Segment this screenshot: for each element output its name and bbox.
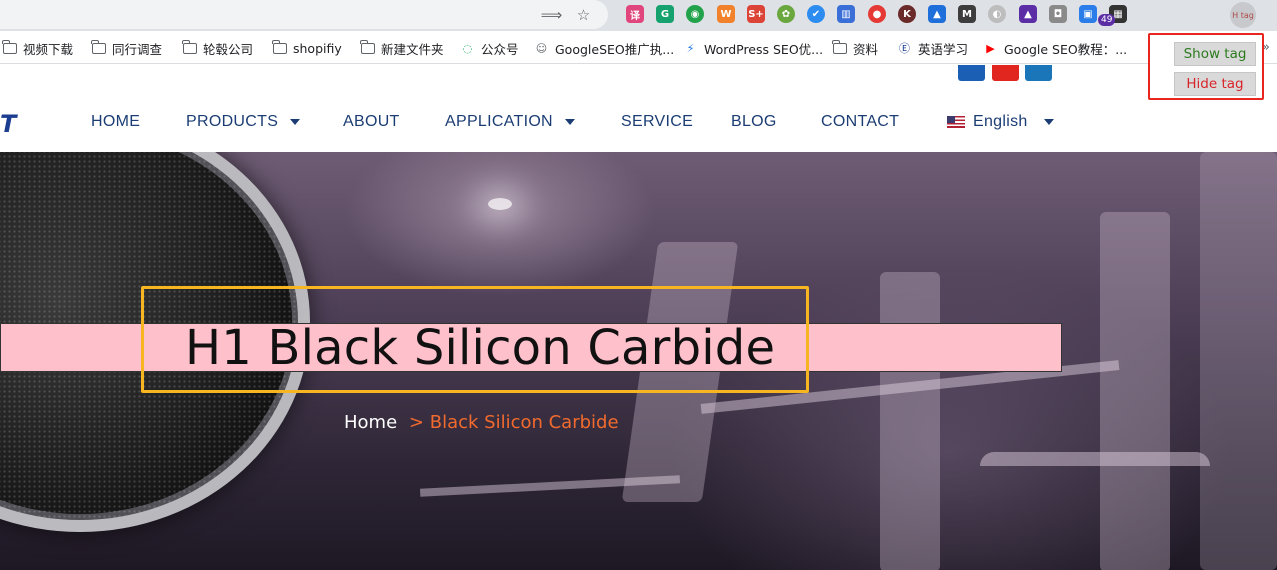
bookmark-label: Google SEO教程：... [1004, 41, 1128, 57]
breadcrumb-current: Black Silicon Carbide [429, 412, 619, 433]
show-tag-button[interactable]: Show tag [1174, 42, 1256, 66]
sheets-plus-icon[interactable]: S+ [747, 5, 765, 23]
camera-icon[interactable]: ◘ [1049, 5, 1067, 23]
mountain-icon[interactable]: ▲ [928, 5, 946, 23]
wordpress-ext-icon[interactable]: W [717, 5, 735, 23]
h-tag-popup: Show tag Hide tag [1148, 33, 1264, 100]
m-icon[interactable]: M [958, 5, 976, 23]
bookmark-item[interactable]: 资料 [831, 39, 879, 57]
wechat-icon: ◌ [462, 41, 473, 55]
caret-down-icon [290, 119, 301, 125]
bookmark-item[interactable]: 新建文件夹 [359, 39, 444, 57]
k-icon[interactable]: K [898, 5, 916, 23]
bar-chart-icon[interactable]: ▥ [837, 5, 855, 23]
language-selector[interactable]: English [947, 113, 1054, 131]
bookmark-label: GoogleSEO推广执... [555, 41, 675, 57]
site-top-strip [0, 65, 1277, 92]
folder-icon [831, 39, 847, 55]
breadcrumb: Home > Black Silicon Carbide [344, 412, 619, 433]
facebook-icon[interactable] [958, 65, 985, 81]
bookmark-item[interactable]: 轮毂公司 [181, 39, 254, 57]
caret-down-icon [1043, 119, 1054, 125]
page-title: H1 Black Silicon Carbide [185, 320, 776, 376]
bookmark-label: 新建文件夹 [381, 41, 444, 57]
bookmark-item[interactable]: ☺ GoogleSEO推广执... [534, 39, 674, 57]
translate-ext-icon[interactable]: 译 [626, 5, 644, 23]
e-circle-icon: Ⓔ [899, 42, 910, 55]
bookmark-label: 轮毂公司 [203, 41, 254, 57]
bookmark-label: shopifiy [293, 40, 342, 56]
nav-contact[interactable]: CONTACT [821, 113, 899, 131]
address-bar[interactable]: ⟹ ☆ [0, 0, 608, 29]
bolt-icon: ⚡ [686, 41, 695, 55]
main-nav: T HOME PRODUCTS ABOUT APPLICATION SERVIC… [0, 92, 1277, 152]
bookmark-label: 英语学习 [918, 41, 969, 57]
sprout-icon[interactable]: ✿ [777, 5, 795, 23]
window-ext-icon[interactable]: ▣ [1079, 5, 1097, 23]
youtube-social-icon[interactable] [992, 65, 1019, 81]
bookmark-item[interactable]: ⚡ WordPress SEO优... [683, 39, 823, 57]
green-robot-icon[interactable]: ◉ [686, 5, 704, 23]
breadcrumb-home-link[interactable]: Home [344, 412, 397, 433]
nav-blog[interactable]: BLOG [731, 113, 777, 131]
bookmark-label: 视频下载 [23, 41, 74, 57]
bookmark-item[interactable]: ◌ 公众号 [460, 39, 519, 57]
translate-icon[interactable]: ⟹ [541, 5, 563, 24]
linkedin-icon[interactable] [1025, 65, 1052, 81]
bookmark-item[interactable]: 视频下载 [1, 39, 74, 57]
factory-machinery [1200, 152, 1277, 570]
pokeball-icon[interactable]: ● [868, 5, 886, 23]
us-flag-icon [947, 116, 965, 128]
nav-service[interactable]: SERVICE [621, 113, 693, 131]
grammarly-icon[interactable]: G [656, 5, 674, 23]
nav-about[interactable]: ABOUT [343, 113, 400, 131]
owl-icon: ☺ [535, 41, 548, 55]
browser-toolbar: ⟹ ☆ 译 G ◉ W S+ ✿ ✔ ▥ ● K ▲ M ◐ ▲ ◘ ▣ ▦ 49 H tag [0, 0, 1277, 31]
caret-down-icon [564, 119, 575, 125]
youtube-icon: ▶ [986, 41, 995, 55]
site-logo[interactable]: T [0, 112, 16, 136]
bookmark-label: 同行调查 [112, 41, 163, 57]
extension-badge: 49 [1098, 14, 1116, 26]
factory-beam [980, 452, 1210, 466]
factory-lamp [488, 198, 512, 210]
breadcrumb-separator: > [408, 412, 424, 433]
bookmark-label: 资料 [853, 41, 879, 57]
nav-home[interactable]: HOME [91, 113, 140, 131]
bookmark-item[interactable]: 同行调查 [90, 39, 163, 57]
bookmark-label: 公众号 [481, 41, 519, 57]
bookmark-item[interactable]: ▶ Google SEO教程：... [983, 39, 1127, 57]
hide-tag-button[interactable]: Hide tag [1174, 72, 1256, 96]
folder-icon [1, 39, 17, 55]
folder-icon [271, 39, 287, 55]
nav-products[interactable]: PRODUCTS [186, 113, 301, 131]
folder-icon [181, 39, 197, 55]
star-icon[interactable]: ☆ [574, 5, 593, 24]
folder-icon [359, 39, 375, 55]
bookmark-label: WordPress SEO优... [704, 41, 824, 57]
folder-icon [90, 39, 106, 55]
hero-banner: H1 Black Silicon Carbide Home > Black Si… [0, 152, 1277, 570]
factory-machinery [880, 272, 940, 570]
moon-icon[interactable]: ◐ [988, 5, 1006, 23]
factory-machinery [1100, 212, 1170, 570]
graduation-cap-icon[interactable]: ▲ [1019, 5, 1037, 23]
bookmark-item[interactable]: shopifiy [271, 39, 342, 57]
h-tag-extension-icon[interactable]: H tag [1230, 2, 1256, 28]
check-shield-icon[interactable]: ✔ [807, 5, 825, 23]
bookmarks-bar: 视频下载 同行调查 轮毂公司 shopifiy 新建文件夹 ◌ 公众号 ☺ GoogleSEO推… [0, 31, 1277, 64]
bookmark-item[interactable]: Ⓔ 英语学习 [897, 39, 968, 57]
nav-application[interactable]: APPLICATION [445, 113, 575, 131]
